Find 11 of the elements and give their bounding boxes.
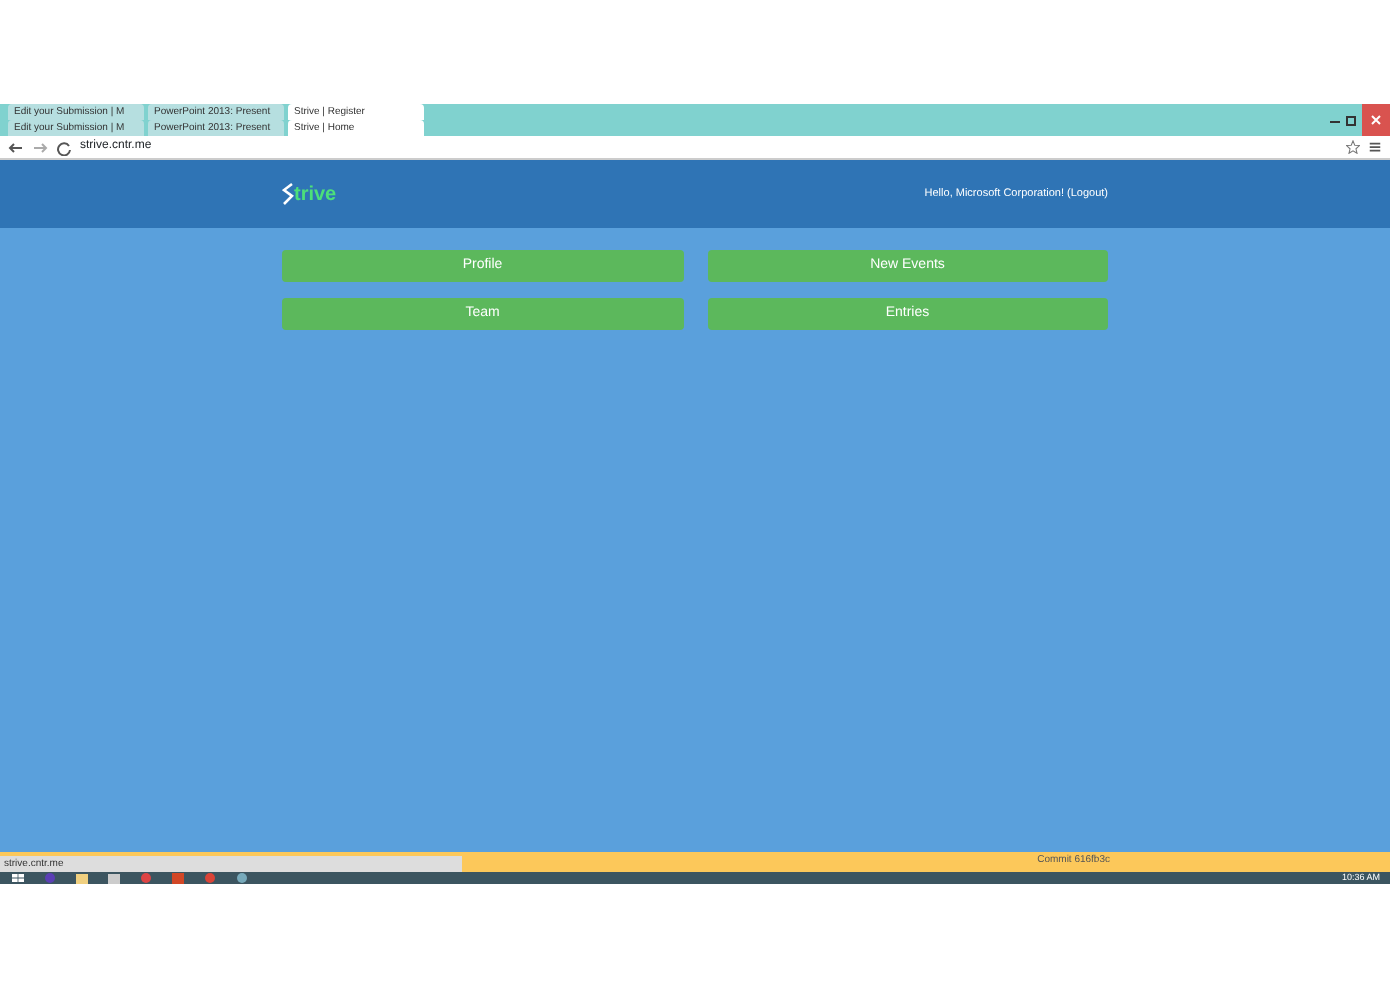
document-icon[interactable]: [106, 872, 122, 884]
menu-icon[interactable]: [1368, 140, 1382, 154]
minimize-icon[interactable]: [1330, 115, 1340, 125]
folder-icon[interactable]: [74, 872, 90, 884]
logo-icon: [282, 182, 294, 206]
back-icon[interactable]: [8, 139, 24, 155]
star-icon[interactable]: [1346, 140, 1360, 154]
restore-icon[interactable]: [1346, 115, 1356, 125]
windows-icon[interactable]: [10, 872, 26, 884]
reload-icon[interactable]: [56, 139, 72, 155]
circle-icon[interactable]: [234, 872, 250, 884]
